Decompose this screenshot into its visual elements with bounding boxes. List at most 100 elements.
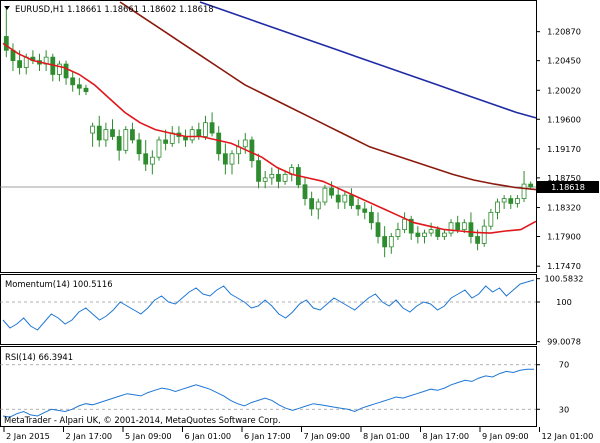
candle-body [189,129,195,141]
candle-body [455,222,461,231]
y-tick-label: 1.17900 [547,232,581,242]
candle-body [216,132,222,155]
candle-body [70,77,76,86]
candle-body [481,225,487,244]
candle-body [501,198,507,203]
candle-body [3,36,9,51]
rsi-title: RSI(14) 66.3941 [5,352,73,362]
price-pane-frame [0,0,537,273]
candle-body [149,156,155,165]
candle-body [495,201,500,213]
x-tick-label: 8 Jan 01:00 [363,431,410,441]
candle-body [329,187,334,196]
x-tick-label: 7 Jan 09:00 [304,431,351,441]
time-axis: 2 Jan 2015 2 Jan 17:00 5 Jan 09:00 6 Jan 01… [3,427,594,441]
x-tick-label: 6 Jan 01:00 [185,431,232,441]
candle-body [435,229,441,237]
candle-body [302,184,308,199]
candle-body [116,136,122,151]
candle-body [322,187,328,203]
y-tick-label: 1.18320 [547,203,581,213]
y-tick-label: 30 [559,404,569,414]
candle-body [508,198,514,204]
candle-body [362,208,368,213]
candle-body [315,201,321,210]
ma-fast-line [2,42,537,234]
candle-body [528,183,534,188]
candle-body [156,139,162,158]
price-pane: 1.208701.204501.200201.196001.191701.187… [0,1,599,271]
y-tick-label: 1.20020 [547,85,581,95]
y-tick-label: 1.20870 [547,27,581,37]
y-tick-label: 1.19170 [547,144,581,154]
rsi-line [2,368,534,418]
candle-body [63,63,69,79]
candle-body [355,205,361,210]
candle-body [103,129,109,141]
candle-body [415,232,421,237]
copyright-text: MetaTrader - Alpari UK, © 2001-2014, Met… [4,415,281,425]
candle-body [442,232,447,237]
candle-body [335,194,341,203]
current-price-label: 1.18618 [551,182,585,192]
candle-body [262,177,268,182]
candle-body [488,211,494,227]
candle-body [83,87,89,93]
candle-body [395,229,401,237]
chart-canvas: 1.208701.204501.200201.196001.191701.187… [0,0,599,441]
candle-body [388,236,394,248]
candle-body [382,236,388,248]
candle-body [475,236,480,244]
candle-body [448,222,454,234]
momentum-title: Momentum(14) 100.5116 [5,279,113,289]
candle-body [276,174,281,182]
candle-body [242,139,248,148]
x-tick-label: 6 Jan 17:00 [244,431,291,441]
candle-body [282,174,288,182]
candle-body [229,153,235,165]
y-tick-label: 100 [556,297,572,307]
x-tick-label: 5 Jan 09:00 [125,431,172,441]
x-tick-label: 9 Jan 09:00 [482,431,529,441]
ma-long-line [199,1,537,119]
metatrader-chart: 1.20870 1.20450 1.20020 1.19600 1.19170 1.187… [0,0,600,443]
candle-body [136,139,142,155]
candle-body [90,125,95,134]
candle-body [422,232,427,237]
candle-body [468,222,474,237]
candle-body [123,129,129,151]
candle-body [368,211,374,224]
candle-body [428,229,434,234]
candle-body [256,160,261,182]
x-tick-label: 2 Jan 17:00 [66,431,113,441]
candle-body [402,218,407,231]
rsi-pane: 70 30 [0,360,569,418]
y-tick-label: 1.20450 [547,56,581,66]
candle-body [349,194,354,206]
candle-body [196,129,202,137]
x-tick-label: 8 Jan 17:00 [423,431,470,441]
candle-body [130,129,135,141]
y-tick-label: 99.0078 [547,337,581,347]
candle-body [521,183,527,199]
candle-body [222,153,228,165]
y-tick-label: 70 [559,360,569,370]
candle-body [203,122,208,137]
candle-body [342,194,348,203]
candle-body [249,139,255,162]
candle-body [76,84,82,89]
x-tick-label: 2 Jan 2015 [6,431,50,441]
candle-body [163,139,169,144]
dropdown-triangle-icon[interactable] [4,6,10,10]
candle-body [17,60,22,68]
candle-body [461,222,467,231]
price-pane-title: EURUSD,H1 1.18661 1.18661 1.18602 1.1861… [15,4,214,14]
candle-body [269,174,275,179]
ma-slow-line [119,1,537,191]
candle-body [309,198,315,210]
x-tick-label: 12 Jan 01:00 [542,431,594,441]
candle-body [96,125,102,141]
y-tick-label: 1.19600 [547,114,581,124]
candle-body [143,153,149,165]
candle-body [375,222,381,237]
